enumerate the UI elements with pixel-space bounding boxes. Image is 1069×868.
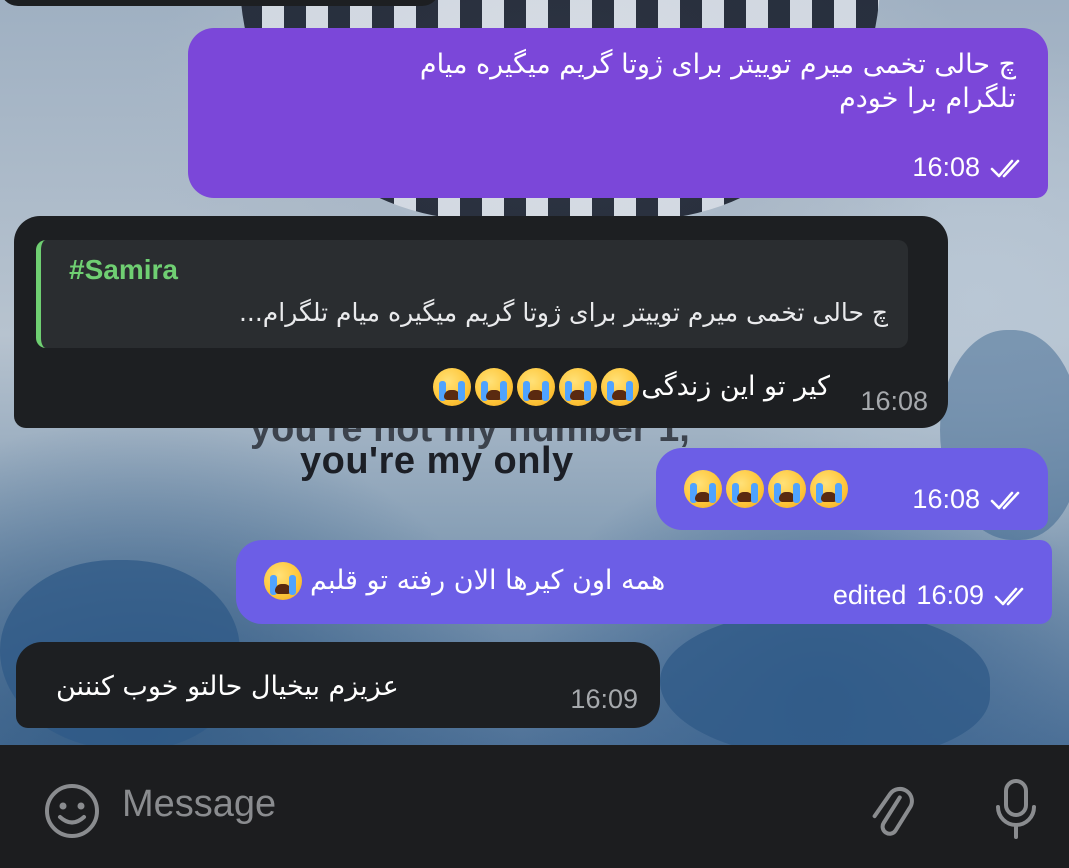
message-time: 16:08 bbox=[912, 484, 980, 514]
crying-emoji-icon bbox=[559, 368, 598, 406]
wallpaper-text-2: you're my only bbox=[300, 440, 574, 482]
message-bubble-outgoing[interactable]: چ حالی تخمی میرم توییتر برای ژوتا گریم م… bbox=[188, 28, 1048, 198]
smiley-icon[interactable] bbox=[42, 781, 102, 841]
message-text: کیر تو این زندگی bbox=[431, 368, 830, 406]
message-text: چ حالی تخمی میرم توییتر برای ژوتا گریم م… bbox=[419, 49, 1016, 114]
reply-preview-text: چ حالی تخمی میرم توییتر برای ژوتا گریم م… bbox=[238, 298, 888, 327]
message-time: 16:08 bbox=[860, 386, 928, 416]
crying-emoji-icon bbox=[726, 470, 764, 508]
message-meta: edited 16:09 bbox=[833, 580, 1034, 611]
message-time: 16:09 bbox=[916, 580, 984, 610]
partial-message-bubble bbox=[0, 0, 440, 6]
message-composer bbox=[0, 745, 1069, 868]
crying-emoji-icon bbox=[433, 368, 472, 406]
message-bubble-incoming[interactable]: #Samira چ حالی تخمی میرم توییتر برای ژوت… bbox=[14, 216, 948, 428]
paperclip-icon[interactable] bbox=[862, 781, 922, 841]
emoji-group bbox=[682, 470, 850, 508]
crying-emoji-icon bbox=[517, 368, 556, 406]
message-time: 16:09 bbox=[570, 684, 638, 714]
double-check-icon bbox=[990, 159, 1020, 177]
message-meta: 16:08 bbox=[912, 152, 1030, 183]
double-check-icon bbox=[994, 587, 1024, 605]
message-meta: 16:09 bbox=[570, 684, 638, 715]
message-bubble-incoming[interactable]: عزیزم بیخیال حالتو خوب کنننن 16:09 bbox=[16, 642, 660, 728]
message-meta: 16:08 bbox=[860, 386, 928, 417]
crying-emoji-icon bbox=[768, 470, 806, 508]
crying-emoji-icon bbox=[810, 470, 848, 508]
crying-emoji-icon bbox=[475, 368, 514, 406]
crying-emoji-icon bbox=[264, 562, 302, 600]
reply-quote[interactable]: #Samira چ حالی تخمی میرم توییتر برای ژوت… bbox=[36, 240, 908, 348]
message-time: 16:08 bbox=[912, 152, 980, 182]
emoji-group bbox=[431, 368, 641, 406]
crying-emoji-icon bbox=[601, 368, 640, 406]
message-meta: 16:08 bbox=[912, 484, 1030, 515]
message-bubble-outgoing[interactable]: 16:08 bbox=[656, 448, 1048, 530]
message-input[interactable] bbox=[120, 773, 824, 835]
message-bubble-outgoing[interactable]: همه اون کیرها الان رفته تو قلبم edited 1… bbox=[236, 540, 1052, 624]
crying-emoji-icon bbox=[684, 470, 722, 508]
wallpaper-petal bbox=[660, 610, 990, 745]
message-text: عزیزم بیخیال حالتو خوب کنننن bbox=[56, 671, 399, 702]
double-check-icon bbox=[990, 491, 1020, 509]
message-text: همه اون کیرها الان رفته تو قلبم bbox=[262, 562, 665, 600]
edited-label: edited bbox=[832, 580, 907, 610]
microphone-icon[interactable] bbox=[986, 775, 1046, 845]
reply-sender-name: #Samira bbox=[69, 254, 178, 285]
